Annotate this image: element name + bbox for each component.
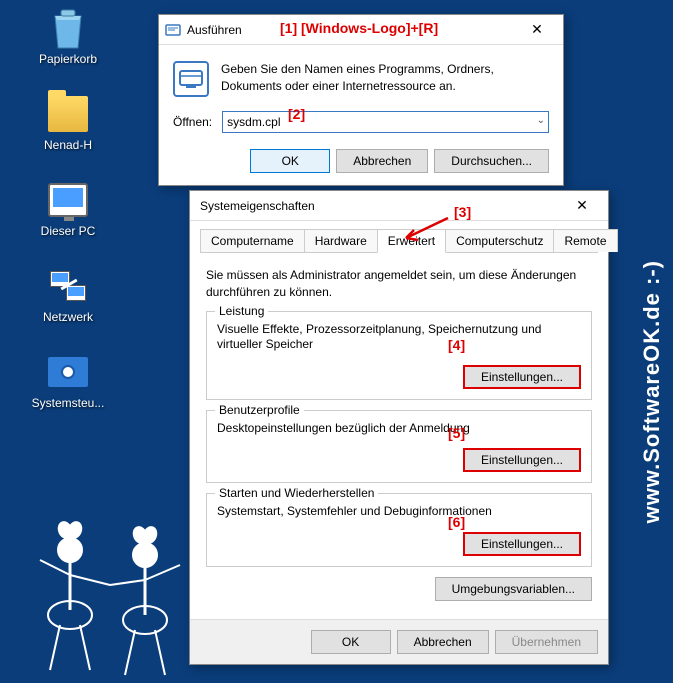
desktop-icon-this-pc[interactable]: Dieser PC [28,180,108,238]
watermark: www.SoftwareOK.de :-) [639,260,665,523]
startup-settings-button[interactable]: Einstellungen... [463,532,581,556]
close-button[interactable]: ✕ [517,16,557,44]
tab-computername[interactable]: Computername [200,229,305,252]
desktop-label: Dieser PC [28,224,108,238]
run-program-icon [173,61,209,97]
pc-icon [48,180,88,220]
ok-button[interactable]: OK [250,149,330,173]
close-button[interactable]: ✕ [562,192,602,220]
recycle-bin-icon [48,8,88,48]
network-icon [48,266,88,306]
desktop-label: Nenad-H [28,138,108,152]
apply-button[interactable]: Übernehmen [495,630,598,654]
groupbox-startup-recovery: Starten und Wiederherstellen Systemstart… [206,493,592,567]
cancel-button[interactable]: Abbrechen [336,149,428,173]
performance-settings-button[interactable]: Einstellungen... [463,365,581,389]
desktop-icon-network[interactable]: Netzwerk [28,266,108,324]
desktop-icon-control-panel[interactable]: Systemsteu... [28,352,108,410]
startup-desc: Systemstart, Systemfehler und Debuginfor… [217,504,581,520]
desktop-label: Systemsteu... [28,396,108,410]
run-titlebar[interactable]: Ausführen ✕ [159,15,563,45]
groupbox-user-profiles: Benutzerprofile Desktopeinstellungen bez… [206,410,592,484]
folder-icon [48,94,88,134]
browse-button[interactable]: Durchsuchen... [434,149,549,173]
sys-titlebar[interactable]: Systemeigenschaften ✕ [190,191,608,221]
desktop-label: Papierkorb [28,52,108,66]
performance-desc: Visuelle Effekte, Prozessorzeitplanung, … [217,322,581,353]
system-properties-dialog: Systemeigenschaften ✕ Computername Hardw… [189,190,609,665]
tab-protection[interactable]: Computerschutz [445,229,554,252]
sys-title: Systemeigenschaften [196,199,562,213]
admin-note: Sie müssen als Administrator angemeldet … [206,267,592,301]
open-combobox[interactable]: ⌄ [222,111,549,133]
tab-advanced[interactable]: Erweitert [377,229,446,253]
startup-legend: Starten und Wiederherstellen [215,486,378,500]
control-panel-icon [48,352,88,392]
cartoon-figures [20,510,210,680]
ok-button[interactable]: OK [311,630,391,654]
run-description: Geben Sie den Namen eines Programms, Ord… [221,61,549,97]
performance-legend: Leistung [215,304,268,318]
cancel-button[interactable]: Abbrechen [397,630,489,654]
profiles-desc: Desktopeinstellungen bezüglich der Anmel… [217,421,581,437]
groupbox-performance: Leistung Visuelle Effekte, Prozessorzeit… [206,311,592,400]
open-input[interactable] [222,111,549,133]
run-window-icon [165,22,181,38]
tab-remote[interactable]: Remote [553,229,617,252]
profiles-legend: Benutzerprofile [215,403,304,417]
desktop-icon-folder[interactable]: Nenad-H [28,94,108,152]
open-label: Öffnen: [173,115,212,129]
profiles-settings-button[interactable]: Einstellungen... [463,448,581,472]
run-dialog: Ausführen ✕ Geben Sie den Namen eines Pr… [158,14,564,186]
tabs: Computername Hardware Erweitert Computer… [200,229,598,253]
run-title: Ausführen [187,23,517,37]
desktop-icon-recycle-bin[interactable]: Papierkorb [28,8,108,66]
desktop-label: Netzwerk [28,310,108,324]
env-variables-button[interactable]: Umgebungsvariablen... [435,577,592,601]
tab-hardware[interactable]: Hardware [304,229,378,252]
